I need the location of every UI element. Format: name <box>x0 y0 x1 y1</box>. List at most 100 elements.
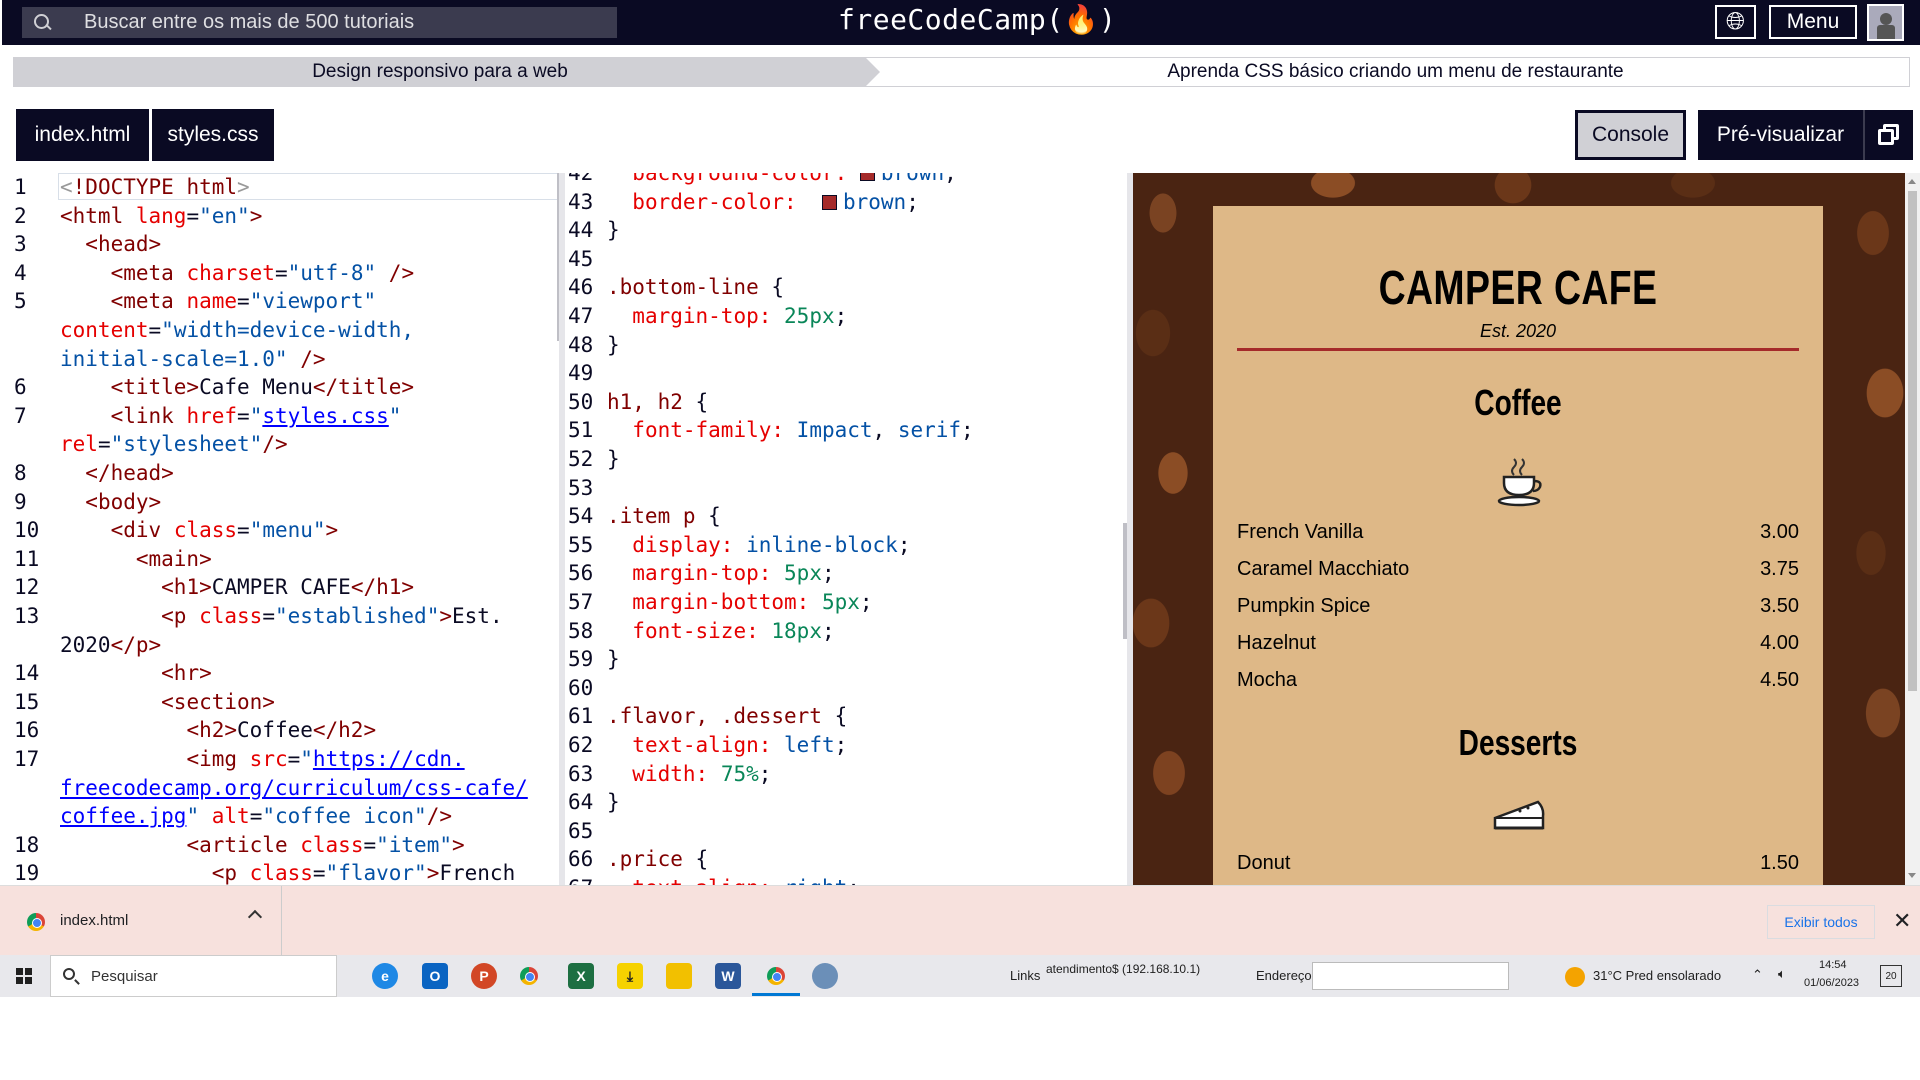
code-line: </head> <box>85 461 174 485</box>
line-number: 18 <box>14 832 40 857</box>
breadcrumb-course[interactable]: Design responsivo para a web <box>14 58 880 86</box>
scroll-thumb[interactable] <box>1908 191 1917 691</box>
line-number: 11 <box>14 546 40 571</box>
console-button[interactable]: Console <box>1575 110 1686 160</box>
line-number: 45 <box>568 246 594 271</box>
network-link[interactable]: atendimento$ (192.168.10.1) <box>1046 962 1200 976</box>
code-line: width: 75%; <box>632 761 772 786</box>
code-line: .price { <box>607 847 709 872</box>
windows-taskbar: Pesquisar e O P X ⤓ W Links atendimento$… <box>0 955 1920 997</box>
popout-preview-icon[interactable] <box>1863 110 1913 160</box>
code-line: margin-bottom: 5px; <box>632 590 873 614</box>
chevron-up-icon[interactable] <box>247 909 263 925</box>
code-line: <div class="menu"> <box>110 518 339 543</box>
line-number: 48 <box>568 332 594 357</box>
code-line: .item p { <box>607 504 721 529</box>
search-bar[interactable]: Buscar entre os mais de 500 tutoriais <box>22 7 617 38</box>
breadcrumb-project[interactable]: Aprenda CSS básico criando um menu de re… <box>880 58 1911 86</box>
download-manager-icon[interactable]: ⤓ <box>617 963 643 989</box>
show-all-button[interactable]: Exibir todos <box>1767 905 1875 939</box>
code-line: <html lang="en"> <box>60 203 263 228</box>
preview-pane[interactable]: CAMPER CAFE Est. 2020 Coffee French Vani… <box>1133 173 1905 885</box>
paint-icon[interactable] <box>812 963 838 989</box>
line-number: 53 <box>568 475 594 500</box>
code-line: h1, h2 { <box>607 389 709 414</box>
code-line: margin-top: 5px; <box>632 561 835 586</box>
fcc-logo[interactable]: freeCodeCamp(🔥) <box>838 3 1116 36</box>
code-line: background-color: brown; <box>607 173 957 188</box>
desserts-heading: Desserts <box>1458 722 1578 763</box>
clock-time[interactable]: 14:54 <box>1819 959 1847 971</box>
line-number: 42 <box>568 173 594 185</box>
preview-scrollbar[interactable] <box>1905 173 1920 885</box>
code-line: margin-top: 25px; <box>632 304 848 328</box>
line-number: 65 <box>568 818 594 843</box>
weather-icon[interactable] <box>1565 967 1585 987</box>
item-price: 4.00 <box>1760 632 1799 654</box>
html-editor[interactable]: 1 2 3 4 5 6 7 8 9 10 11 12 13 14 15 16 17 18 19 <!DOCTYPE … <box>2 173 559 885</box>
tray-chevron-icon[interactable]: ⌃ <box>1752 967 1763 983</box>
chrome-taskbar-icon[interactable] <box>520 967 538 985</box>
preview-button[interactable]: Pré-visualizar <box>1698 110 1863 160</box>
menu-button[interactable]: Menu <box>1769 5 1857 39</box>
code-line: <main> <box>135 546 212 571</box>
line-number: 54 <box>568 504 594 529</box>
excel-icon[interactable]: X <box>568 963 594 989</box>
close-icon[interactable]: ✕ <box>1893 908 1911 934</box>
line-number: 8 <box>14 461 27 485</box>
tab-index-html[interactable]: index.html <box>16 109 149 161</box>
clock-date[interactable]: 01/06/2023 <box>1804 977 1859 989</box>
line-number: 3 <box>14 232 27 257</box>
downloads-bar: index.html Exibir todos ✕ <box>0 885 1920 956</box>
item-flavor: French Vanilla <box>1237 521 1364 543</box>
line-number: 60 <box>568 675 594 700</box>
line-number: 51 <box>568 418 594 443</box>
word-icon[interactable]: W <box>715 963 741 989</box>
code-line: } <box>607 332 620 357</box>
download-item[interactable]: index.html <box>0 886 282 956</box>
code-line: text-align: right; <box>607 874 860 885</box>
powerpoint-icon[interactable]: P <box>471 963 497 989</box>
css-editor[interactable]: 42 43 44 45 46 47 48 49 50 51 52 53 54 55 56 57 58 59 60 61… <box>565 173 1135 885</box>
avatar[interactable] <box>1867 4 1904 41</box>
line-number: 66 <box>568 847 594 872</box>
language-globe-icon[interactable]: 🌐︎ <box>1715 5 1756 39</box>
notification-icon[interactable]: 20 <box>1880 965 1902 987</box>
code-line: <head> <box>85 232 162 257</box>
file-explorer-icon[interactable] <box>666 963 692 989</box>
links-label[interactable]: Links <box>1010 968 1040 983</box>
line-number: 12 <box>14 575 40 600</box>
search-icon <box>22 7 58 38</box>
line-number: 15 <box>14 689 40 714</box>
line-number: 49 <box>568 361 594 386</box>
outlook-icon[interactable]: O <box>422 963 448 989</box>
scroll-up-arrow-icon[interactable] <box>1908 179 1916 184</box>
address-input[interactable] <box>1312 962 1509 990</box>
line-number: 16 <box>14 718 40 743</box>
code-line: } <box>607 447 620 471</box>
windows-start-icon[interactable] <box>16 968 32 984</box>
tab-styles-css[interactable]: styles.css <box>152 109 274 161</box>
item-flavor: Caramel Macchiato <box>1237 558 1410 580</box>
code-line: <title>Cafe Menu</title> <box>110 375 415 400</box>
line-number: 17 <box>14 747 40 771</box>
line-number: 59 <box>568 647 594 672</box>
edge-icon[interactable]: e <box>372 963 398 989</box>
cafe-menu: CAMPER CAFE Est. 2020 Coffee French Vani… <box>1213 206 1823 885</box>
line-number: 10 <box>14 518 40 543</box>
code-line: <p class="flavor">French <box>211 861 516 885</box>
menu-item: Mocha 4.50 <box>1237 665 1799 695</box>
code-line: initial-scale=1.0" /> <box>60 346 326 371</box>
code-line: <section> <box>161 689 275 714</box>
scroll-down-arrow-icon[interactable] <box>1908 873 1916 878</box>
code-line: } <box>607 647 620 672</box>
menu-divider <box>1237 348 1799 351</box>
volume-icon[interactable]: 🔈︎ <box>1778 966 1786 982</box>
code-line: <h1>CAMPER CAFE</h1> <box>161 575 415 600</box>
weather-text[interactable]: 31°C Pred ensolarado <box>1593 968 1721 983</box>
taskbar-search[interactable]: Pesquisar <box>50 955 337 997</box>
line-number: 50 <box>568 389 594 414</box>
menu-item: Donut 1.50 <box>1237 848 1799 878</box>
chrome-icon <box>27 913 45 931</box>
chrome-active-icon[interactable] <box>767 967 785 985</box>
